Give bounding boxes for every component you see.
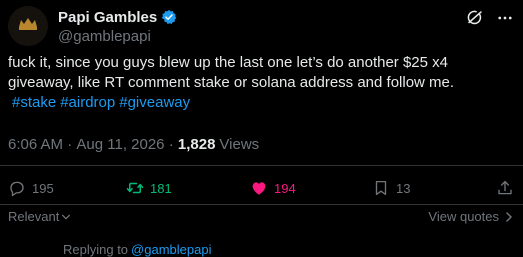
more-icon: [498, 16, 512, 20]
divider: [0, 165, 523, 166]
sort-label: Relevant: [8, 209, 60, 224]
author-display-name[interactable]: Papi Gambles: [58, 9, 157, 26]
grok-icon: [467, 10, 482, 25]
grok-button[interactable]: [465, 8, 485, 28]
tweet-date[interactable]: Aug 11, 2026: [76, 136, 164, 153]
verified-badge-icon: [161, 10, 177, 24]
avatar[interactable]: [8, 6, 48, 46]
hashtag-giveaway[interactable]: #giveaway: [119, 94, 190, 111]
tweet-text: fuck it, since you guys blew up the last…: [8, 53, 513, 113]
reply-count: 195: [32, 180, 54, 196]
bookmark-button[interactable]: 13: [372, 178, 410, 198]
view-quotes-link[interactable]: View quotes: [428, 209, 515, 224]
view-quotes-label: View quotes: [428, 209, 499, 224]
bookmark-icon: [375, 180, 387, 196]
sort-dropdown[interactable]: Relevant: [8, 209, 71, 224]
like-count: 194: [274, 180, 296, 196]
retweet-icon: [126, 182, 144, 194]
views-label: Views: [219, 136, 260, 153]
tweet-time[interactable]: 6:06 AM: [8, 136, 63, 153]
replying-mention[interactable]: @gamblepapi: [131, 242, 211, 257]
reply-button[interactable]: 195: [8, 178, 54, 198]
like-button[interactable]: 194: [250, 178, 296, 198]
chevron-right-icon: [506, 211, 512, 222]
retweet-count: 181: [150, 180, 172, 196]
meta-separator: ·: [164, 136, 178, 153]
chevron-down-icon: [62, 214, 71, 219]
avatar-logo: [8, 6, 48, 46]
share-icon: [498, 180, 512, 195]
bookmark-count: 13: [396, 180, 411, 196]
hashtag-list: #stake #airdrop #giveaway: [8, 94, 190, 111]
hashtag-airdrop[interactable]: #airdrop: [60, 94, 115, 111]
reply-sort-row: Relevant View quotes: [8, 207, 515, 227]
tweet-body: fuck it, since you guys blew up the last…: [8, 54, 455, 91]
hashtag-stake[interactable]: #stake: [12, 94, 56, 111]
meta-separator: ·: [63, 136, 77, 153]
tweet-meta: 6:06 AM · Aug 11, 2026 · 1,828 Views: [8, 136, 259, 153]
share-button[interactable]: [496, 178, 514, 198]
author-handle[interactable]: @gamblepapi: [58, 28, 177, 45]
tweet-header: Papi Gambles @gamblepapi: [8, 6, 515, 46]
replying-to: Replying to @gamblepapi: [63, 242, 211, 257]
action-bar: 195 181 194 13: [8, 178, 512, 198]
divider: [0, 204, 523, 205]
retweet-button[interactable]: 181: [126, 178, 172, 198]
more-button[interactable]: [495, 8, 515, 28]
replying-prefix: Replying to: [63, 242, 129, 257]
author-names: Papi Gambles @gamblepapi: [58, 7, 177, 45]
reply-icon: [10, 181, 24, 197]
heart-icon: [252, 182, 266, 195]
views-count: 1,828: [177, 136, 216, 153]
